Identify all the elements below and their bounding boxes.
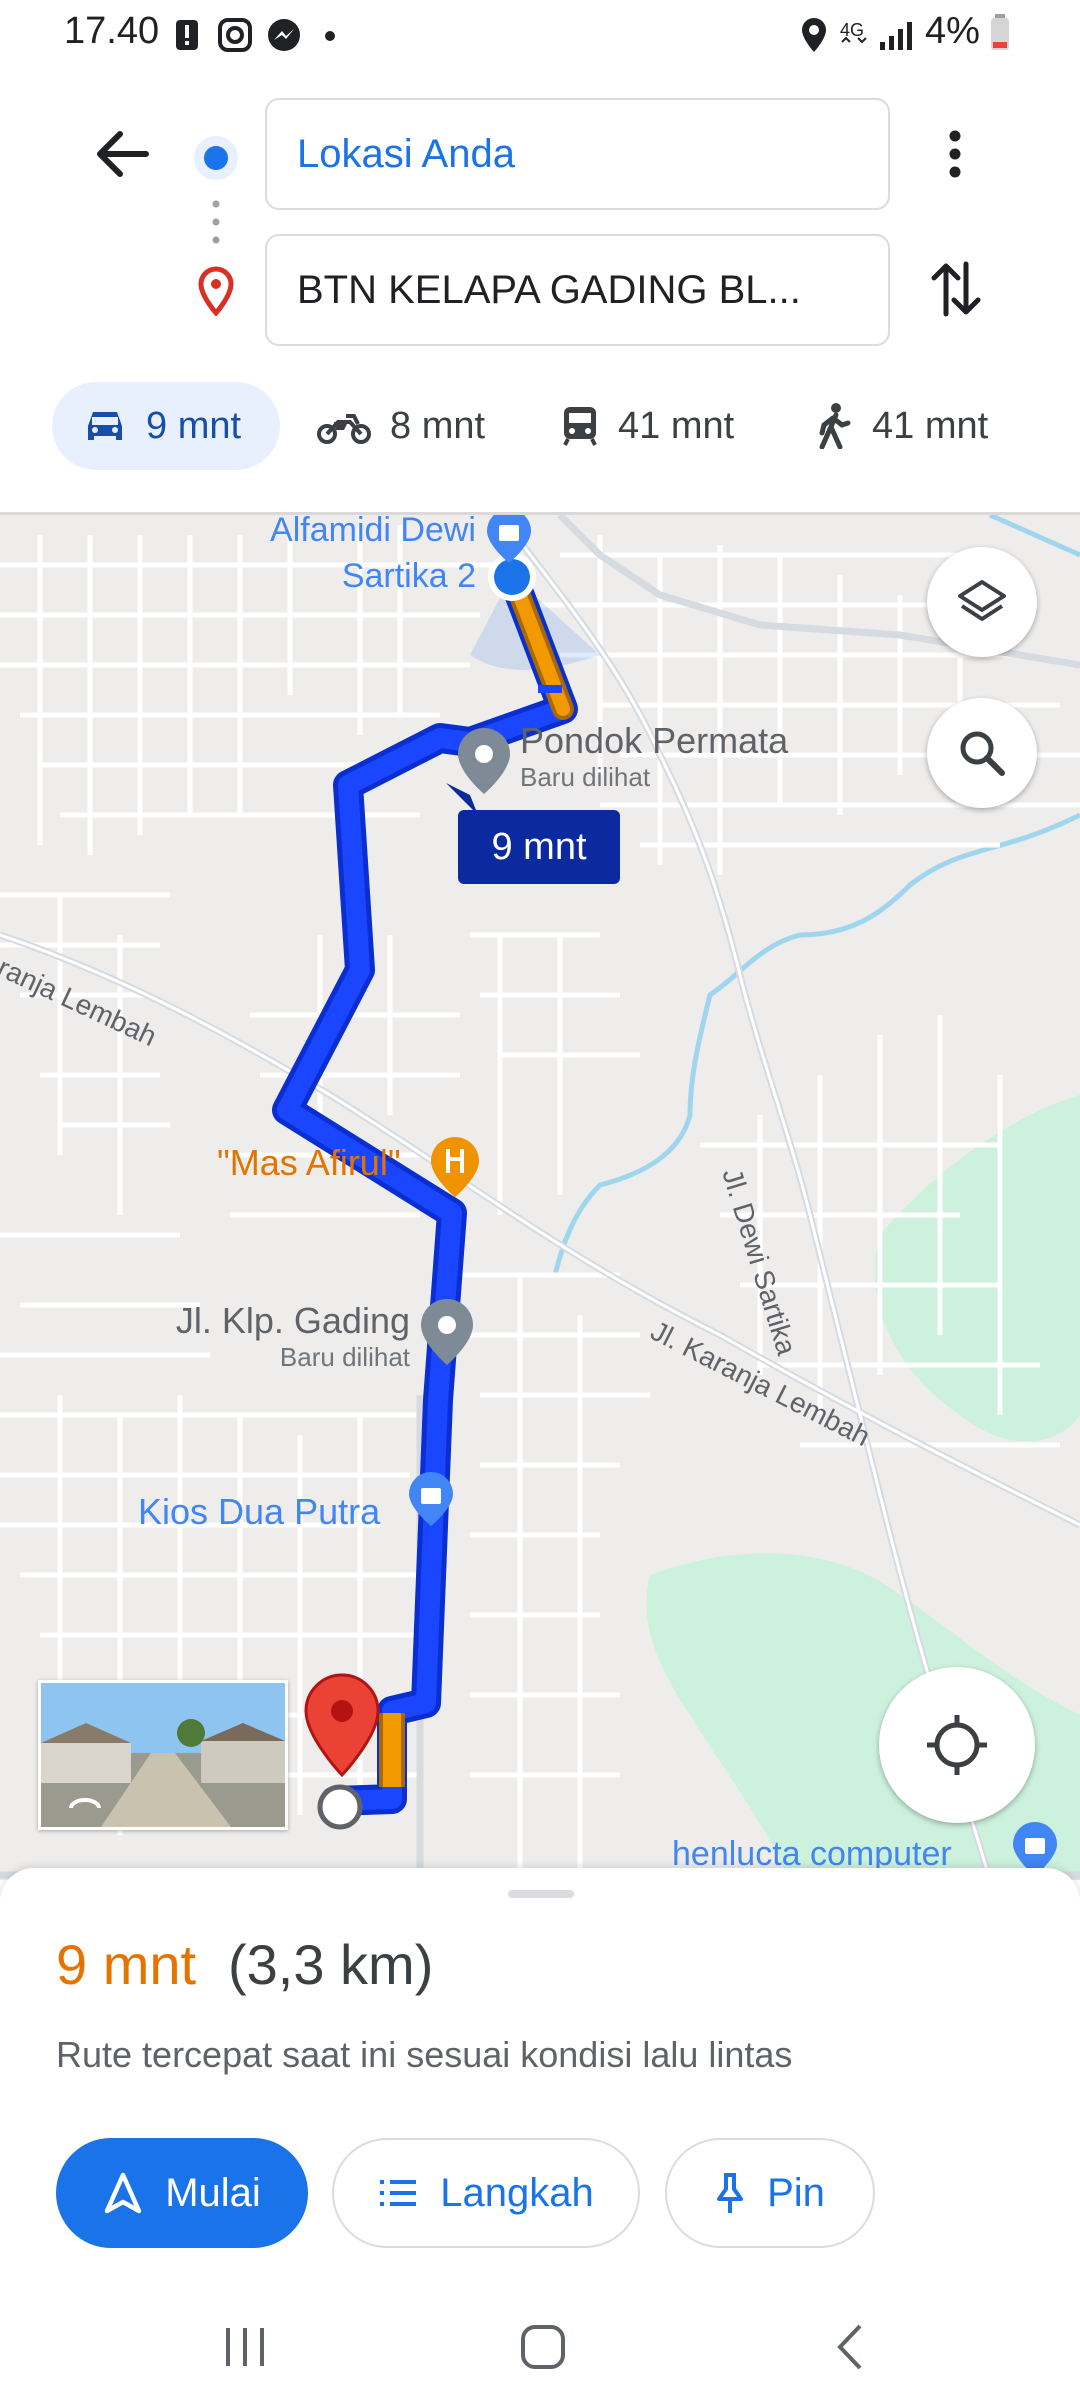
place-label-klp-gading-name: Jl. Klp. Gading — [175, 1300, 410, 1341]
origin-value: Lokasi Anda — [297, 131, 515, 176]
layers-icon — [958, 580, 1006, 621]
more-options-icon[interactable] — [942, 126, 968, 182]
navigation-arrow-icon — [104, 2172, 142, 2214]
route-duration: 9 mnt — [56, 1933, 197, 1996]
status-bar: 17.40 4G 4% — [0, 0, 1080, 70]
start-button[interactable]: Mulai — [56, 2138, 308, 2248]
tab-walking[interactable]: 41 mnt — [814, 382, 988, 470]
transit-icon — [563, 407, 597, 446]
steps-button-label: Langkah — [440, 2170, 594, 2215]
steps-button[interactable]: Langkah — [332, 2138, 640, 2248]
place-label-alfamidi[interactable]: Alfamidi Dewi Sartika 2 — [236, 515, 476, 599]
tab-driving[interactable]: 9 mnt — [52, 382, 280, 470]
back-arrow-icon[interactable] — [92, 128, 152, 180]
notification-icons — [176, 18, 335, 52]
destination-marker — [304, 1673, 380, 1778]
place-label-pondok[interactable]: Pondok Permata Baru dilihat — [520, 720, 788, 793]
route-distance: (3,3 km) — [228, 1933, 434, 1996]
place-label-pondok-sub: Baru dilihat — [520, 762, 651, 792]
pin-button[interactable]: Pin — [665, 2138, 875, 2248]
start-button-label: Mulai — [165, 2170, 261, 2215]
home-icon[interactable] — [518, 2322, 568, 2372]
motorcycle-icon — [317, 414, 371, 444]
search-icon — [960, 731, 1005, 776]
pin-icon — [717, 2173, 744, 2213]
tab-transit-label: 41 mnt — [618, 404, 735, 447]
recent-apps-icon[interactable] — [220, 2322, 270, 2372]
route-duration-badge[interactable]: 9 mnt — [458, 810, 620, 884]
tab-motorcycle[interactable]: 8 mnt — [316, 382, 485, 470]
tab-transit[interactable]: 41 mnt — [560, 382, 734, 470]
sheet-drag-handle[interactable] — [508, 1890, 574, 1898]
shopping-marker — [487, 515, 531, 563]
street-view-image — [41, 1683, 285, 1827]
svg-text:4G: 4G — [840, 20, 864, 40]
street-view-thumbnail[interactable] — [38, 1680, 288, 1830]
route-dots-connector — [212, 200, 220, 244]
system-back-icon[interactable] — [826, 2322, 876, 2372]
search-along-route-button[interactable] — [927, 698, 1037, 808]
place-label-alfamidi-line1: Alfamidi Dewi — [270, 515, 476, 549]
battery-icon — [991, 14, 1009, 50]
layers-button[interactable] — [927, 547, 1037, 657]
place-label-klp-gading-sub: Baru dilihat — [279, 1342, 410, 1372]
place-label-klp-gading[interactable]: Jl. Klp. Gading Baru dilihat — [160, 1300, 410, 1373]
my-location-icon — [927, 1715, 987, 1775]
origin-dot-icon — [194, 136, 238, 180]
system-nav-bar — [0, 2300, 1080, 2408]
battery-percent: 4% — [925, 10, 980, 52]
place-label-alfamidi-line2: Sartika 2 — [341, 557, 476, 595]
map-view[interactable]: Alfamidi Dewi Sartika 2 Pondok Permata B… — [0, 515, 1080, 1880]
tab-walking-label: 41 mnt — [872, 404, 989, 447]
recent-place-marker — [458, 728, 510, 794]
tab-driving-label: 9 mnt — [146, 404, 242, 447]
place-label-pondok-name: Pondok Permata — [520, 720, 789, 761]
status-time: 17.40 — [64, 10, 160, 52]
place-label-kios[interactable]: Kios Dua Putra — [138, 1491, 380, 1533]
destination-circle — [317, 1784, 363, 1830]
origin-input[interactable]: Lokasi Anda — [265, 98, 890, 210]
destination-pin-icon — [198, 266, 234, 316]
tab-motorcycle-label: 8 mnt — [390, 404, 486, 447]
pin-button-label: Pin — [767, 2170, 825, 2215]
route-note: Rute tercepat saat ini sesuai kondisi la… — [56, 2034, 793, 2075]
car-icon — [88, 412, 122, 440]
place-label-mas-afirul[interactable]: "Mas Afirul" — [217, 1142, 401, 1184]
system-status-icons: 4G — [802, 18, 912, 52]
list-icon — [380, 2180, 417, 2206]
my-location-button[interactable] — [879, 1667, 1035, 1823]
swap-icon[interactable] — [930, 258, 982, 320]
river — [988, 515, 1080, 558]
walk-icon — [819, 403, 851, 449]
destination-value: BTN KELAPA GADING BL... — [297, 267, 801, 312]
destination-input[interactable]: BTN KELAPA GADING BL... — [265, 234, 890, 346]
